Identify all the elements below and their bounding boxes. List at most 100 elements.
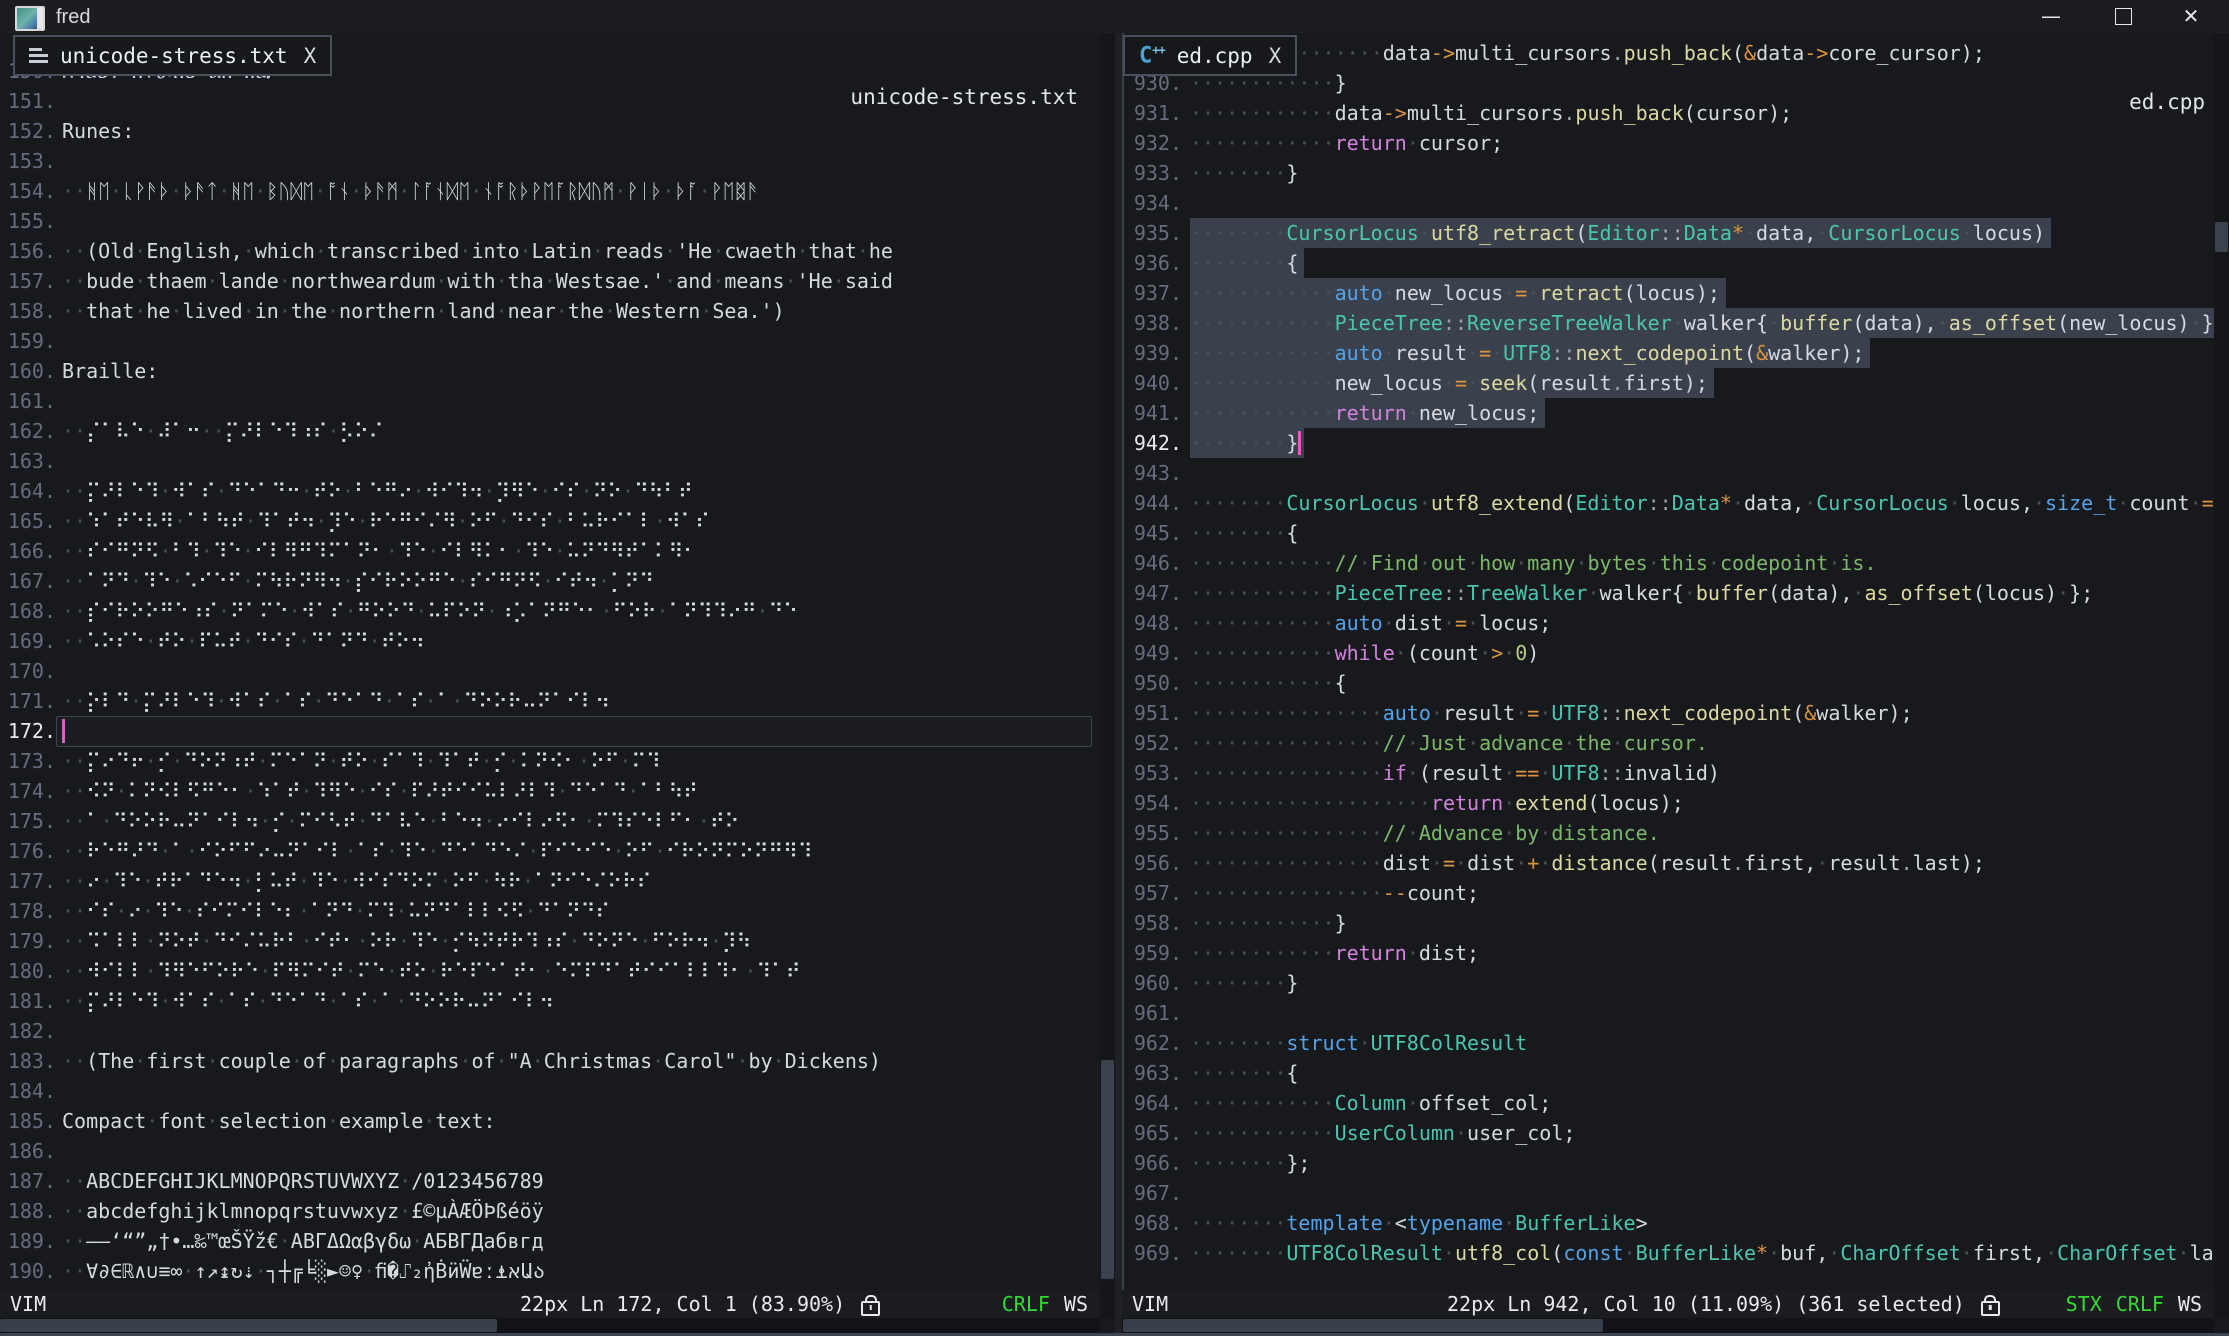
text-line[interactable]: 166.··⠎⠊⠛⠝⠫·⠃⠹·⠹⠑·⠊⠇⠻⠛⠹⠍⠁⠝⠂·⠹⠑·⠊⠇⠻⠅⠂·⠹⠑·… bbox=[0, 536, 1100, 566]
text-line[interactable]: 175.··⠁·⠙⠕⠕⠗⠤⠝⠁⠊⠇⠲·⡊·⠍⠊⠣⠞·⠙⠁⠧⠑·⠃⠑⠲·⠔⠊⠇⠔⠫… bbox=[0, 806, 1100, 836]
text-line[interactable]: 172. bbox=[0, 716, 1100, 746]
code-line[interactable]: 955.················//·Advance·by·distan… bbox=[1122, 818, 2214, 848]
text-line[interactable]: 161. bbox=[0, 386, 1100, 416]
text-line[interactable]: 159. bbox=[0, 326, 1100, 356]
text-line[interactable]: 174.··⠪⠝·⠅⠝⠪⠇⠫⠛⠑⠂·⠱⠁⠞·⠹⠻⠑·⠊⠎·⠏⠜⠞⠊⠊⠥⠇⠜⠇⠹·… bbox=[0, 776, 1100, 806]
text-line[interactable]: 170. bbox=[0, 656, 1100, 686]
text-line[interactable]: 171.··⡕⠇⠙·⡍⠜⠇⠑⠹·⠺⠁⠎·⠁⠎·⠙⠑⠁⠙·⠁⠎·⠁·⠙⠕⠕⠗⠤⠝⠁… bbox=[0, 686, 1100, 716]
tab-unicode-stress[interactable]: unicode-stress.txt X bbox=[13, 35, 332, 76]
code-line[interactable]: 937.············auto·new_locus·=·retract… bbox=[1122, 278, 2214, 308]
code-line[interactable]: 959.············return·dist; bbox=[1122, 938, 2214, 968]
tab-close-icon[interactable]: X bbox=[1269, 44, 1282, 68]
scrollbar-thumb[interactable] bbox=[1101, 1060, 1114, 1279]
status-flag-stx[interactable]: STX bbox=[2066, 1290, 2102, 1318]
pane-divider[interactable] bbox=[1115, 33, 1124, 1336]
tab-ed-cpp[interactable]: C++ ed.cpp X bbox=[1123, 35, 1297, 76]
lock-icon[interactable] bbox=[861, 1301, 880, 1316]
code-line[interactable]: 958.············} bbox=[1122, 908, 2214, 938]
text-line[interactable]: 165.··⠱⠁⠞⠑⠧⠻·⠁⠃⠳⠞·⠹⠁⠞⠲·⡹⠑·⠗⠑⠛⠊⠌⠻·⠕⠋·⠙⠊⠎·… bbox=[0, 506, 1100, 536]
text-line[interactable]: 190.··∀∂∈ℝ∧∪≡∞·↑↗↨↻⇣·┐┼╔╘░►☺♀·ﬁ�⑀₂ἠḂӥẄɐː… bbox=[0, 1256, 1100, 1286]
close-button[interactable]: ✕ bbox=[2159, 0, 2223, 33]
code-line[interactable]: 962.········struct·UTF8ColResult bbox=[1122, 1028, 2214, 1058]
editor-pane-left[interactable]: 150.እግርህን·በፍራሽህ·ልክ·ዘርጋ።151.152.Runes:153… bbox=[0, 33, 1100, 1290]
text-line[interactable]: 179.··⠩⠁⠇⠇·⠝⠕⠞·⠙⠊⠌⠥⠗⠃·⠊⠞⠂·⠕⠗·⠹⠑·⡊⠳⠝⠞⠗⠹⠰⠎… bbox=[0, 926, 1100, 956]
scrollbar-thumb[interactable] bbox=[2215, 222, 2228, 252]
text-line[interactable]: 168.··⡎⠊⠗⠕⠕⠛⠑⠰⠎·⠝⠁⠍⠑·⠺⠁⠎·⠛⠕⠕⠙·⠥⠏⠕⠝·⠰⡡⠁⠝⠛… bbox=[0, 596, 1100, 626]
code-line[interactable]: 963.········{ bbox=[1122, 1058, 2214, 1088]
code-line[interactable]: 944.········CursorLocus·utf8_extend(Edit… bbox=[1122, 488, 2214, 518]
maximize-button[interactable] bbox=[2091, 0, 2155, 33]
lock-icon[interactable] bbox=[1981, 1301, 2000, 1316]
text-line[interactable]: 152.Runes: bbox=[0, 116, 1100, 146]
text-line[interactable]: 184. bbox=[0, 1076, 1100, 1106]
code-line[interactable]: 942.········} bbox=[1122, 428, 2214, 458]
text-line[interactable]: 169.··⠡⠕⠎⠑·⠞⠕·⠏⠥⠞·⠙⠊⠎·⠙⠁⠝⠙·⠞⠕⠲ bbox=[0, 626, 1100, 656]
text-line[interactable]: 158.··that·he·lived·in·the·northern·land… bbox=[0, 296, 1100, 326]
code-line[interactable]: 936.········{ bbox=[1122, 248, 2214, 278]
code-line[interactable]: 964.············Column·offset_col; bbox=[1122, 1088, 2214, 1118]
code-line[interactable]: 934. bbox=[1122, 188, 2214, 218]
code-line[interactable]: 946.············//·Find·out·how·many·byt… bbox=[1122, 548, 2214, 578]
tab-close-icon[interactable]: X bbox=[304, 44, 317, 68]
code-line[interactable]: 948.············auto·dist·=·locus; bbox=[1122, 608, 2214, 638]
code-line[interactable]: 951.················auto·result·=·UTF8::… bbox=[1122, 698, 2214, 728]
scrollbar-thumb[interactable] bbox=[0, 1319, 497, 1332]
horizontal-scrollbar-right[interactable] bbox=[1122, 1318, 2214, 1333]
vertical-scrollbar-left[interactable] bbox=[1100, 33, 1115, 1318]
code-line[interactable]: 943. bbox=[1122, 458, 2214, 488]
code-line[interactable]: 947.············PieceTree::TreeWalker·wa… bbox=[1122, 578, 2214, 608]
code-line[interactable]: 956.················dist·=·dist·+·distan… bbox=[1122, 848, 2214, 878]
text-line[interactable]: 180.··⠺⠊⠇⠇·⠹⠻⠑⠋⠕⠗⠑·⠏⠻⠍⠊⠞·⠍⠑·⠞⠕·⠗⠑⠏⠑⠁⠞⠂·⠑… bbox=[0, 956, 1100, 986]
code-line[interactable]: 957.················--count; bbox=[1122, 878, 2214, 908]
code-line[interactable]: 939.············auto·result·=·UTF8::next… bbox=[1122, 338, 2214, 368]
code-line[interactable]: 938.············PieceTree::ReverseTreeWa… bbox=[1122, 308, 2214, 338]
code-line[interactable]: 935.········CursorLocus·utf8_retract(Edi… bbox=[1122, 218, 2214, 248]
code-line[interactable]: 954.····················return·extend(lo… bbox=[1122, 788, 2214, 818]
text-line[interactable]: 176.··⠗⠑⠛⠜⠙·⠁·⠊⠕⠋⠋⠔⠤⠝⠁⠊⠇·⠁⠎·⠹⠑·⠙⠑⠁⠙⠑⠌·⠏⠊… bbox=[0, 836, 1100, 866]
text-line[interactable]: 164.··⡍⠜⠇⠑⠹·⠺⠁⠎·⠙⠑⠁⠙⠒·⠞⠕·⠃⠑⠛⠔·⠺⠊⠹⠲·⡹⠻⠑·⠊… bbox=[0, 476, 1100, 506]
text-line[interactable]: 167.··⠁⠝⠙·⠹⠑·⠡⠊⠑⠋·⠍⠳⠗⠝⠻⠲·⡎⠊⠗⠕⠕⠛⠑·⠎⠊⠛⠝⠫·⠊… bbox=[0, 566, 1100, 596]
code-line[interactable]: 961. bbox=[1122, 998, 2214, 1028]
text-line[interactable]: 178.··⠊⠎·⠔·⠹⠑·⠎⠊⠍⠊⠇⠑⠆·⠁⠝⠙·⠍⠹·⠥⠝⠙⠁⠇⠇⠪⠫·⠙⠁… bbox=[0, 896, 1100, 926]
code-line[interactable]: 932.············return·cursor; bbox=[1122, 128, 2214, 158]
code-line[interactable]: 952.················//·Just·advance·the·… bbox=[1122, 728, 2214, 758]
text-line[interactable]: 160.Braille: bbox=[0, 356, 1100, 386]
code-line[interactable]: 950.············{ bbox=[1122, 668, 2214, 698]
text-line[interactable]: 173.··⡍⠔⠙⠖·⡊·⠙⠕⠝⠰⠞·⠍⠑⠁⠝·⠞⠕·⠎⠁⠹·⠹⠁⠞·⡊·⠅⠝⠪… bbox=[0, 746, 1100, 776]
code-line[interactable]: 967. bbox=[1122, 1178, 2214, 1208]
text-line[interactable]: 186. bbox=[0, 1136, 1100, 1166]
text-line[interactable]: 185.Compact·font·selection·example·text: bbox=[0, 1106, 1100, 1136]
code-line[interactable]: 945.········{ bbox=[1122, 518, 2214, 548]
text-line[interactable]: 187.··ABCDEFGHIJKLMNOPQRSTUVWXYZ·/012345… bbox=[0, 1166, 1100, 1196]
code-line[interactable]: 949.············while·(count·>·0) bbox=[1122, 638, 2214, 668]
text-line[interactable]: 183.··(The·first·couple·of·paragraphs·of… bbox=[0, 1046, 1100, 1076]
text-line[interactable]: 156.··(Old·English,·which·transcribed·in… bbox=[0, 236, 1100, 266]
code-line[interactable]: 931.············data->multi_cursors.push… bbox=[1122, 98, 2214, 128]
code-line[interactable]: 969.········UTF8ColResult·utf8_col(const… bbox=[1122, 1238, 2214, 1268]
text-line[interactable]: 181.··⡍⠜⠇⠑⠹·⠺⠁⠎·⠁⠎·⠙⠑⠁⠙·⠁⠎·⠁·⠙⠕⠕⠗⠤⠝⠁⠊⠇⠲ bbox=[0, 986, 1100, 1016]
code-line[interactable]: 953.················if·(result·==·UTF8::… bbox=[1122, 758, 2214, 788]
horizontal-scrollbar-left[interactable] bbox=[0, 1318, 1100, 1333]
text-line[interactable]: 189.··–—‘“”„†•…‰™œŠŸž€·ΑΒΓΔΩαβγδω·АБВГДа… bbox=[0, 1226, 1100, 1256]
code-line[interactable]: 960.········} bbox=[1122, 968, 2214, 998]
minimize-button[interactable]: — bbox=[2019, 0, 2083, 33]
title-bar[interactable]: fred — ✕ bbox=[0, 0, 2229, 33]
text-line[interactable]: 155. bbox=[0, 206, 1100, 236]
status-flag-ws[interactable]: WS bbox=[1064, 1290, 1088, 1318]
text-line[interactable]: 154.··ᚻᛖ·ᚳᚹᚫᚦ·ᚦᚫᛏ·ᚻᛖ·ᛒᚢᛞᛖ·ᚩᚾ·ᚦᚫᛗ·ᛚᚪᚾᛞᛖ·ᚾ… bbox=[0, 176, 1100, 206]
status-flag-crlf[interactable]: CRLF bbox=[1002, 1290, 1050, 1318]
mode-indicator[interactable]: VIM bbox=[10, 1290, 46, 1318]
status-flag-crlf[interactable]: CRLF bbox=[2116, 1290, 2164, 1318]
vertical-scrollbar-right[interactable] bbox=[2214, 33, 2229, 1318]
mode-indicator[interactable]: VIM bbox=[1132, 1290, 1168, 1318]
text-line[interactable]: 188.··abcdefghijklmnopqrstuvwxyz·£©µÀÆÖÞ… bbox=[0, 1196, 1100, 1226]
code-line[interactable]: 941.············return·new_locus; bbox=[1122, 398, 2214, 428]
status-flag-ws[interactable]: WS bbox=[2178, 1290, 2202, 1318]
code-line[interactable]: 968.········template·<typename·BufferLik… bbox=[1122, 1208, 2214, 1238]
code-line[interactable]: 933.········} bbox=[1122, 158, 2214, 188]
code-line[interactable]: 940.············new_locus·=·seek(result.… bbox=[1122, 368, 2214, 398]
editor-pane-right[interactable]: 929.················data->multi_cursors.… bbox=[1122, 33, 2214, 1290]
text-line[interactable]: 182. bbox=[0, 1016, 1100, 1046]
code-line[interactable]: 965.············UserColumn·user_col; bbox=[1122, 1118, 2214, 1148]
text-line[interactable]: 162.··⡌⠁⠧⠑·⠼⠁⠒··⡍⠜⠇⠑⠹⠰⠎·⡣⠕⠌ bbox=[0, 416, 1100, 446]
